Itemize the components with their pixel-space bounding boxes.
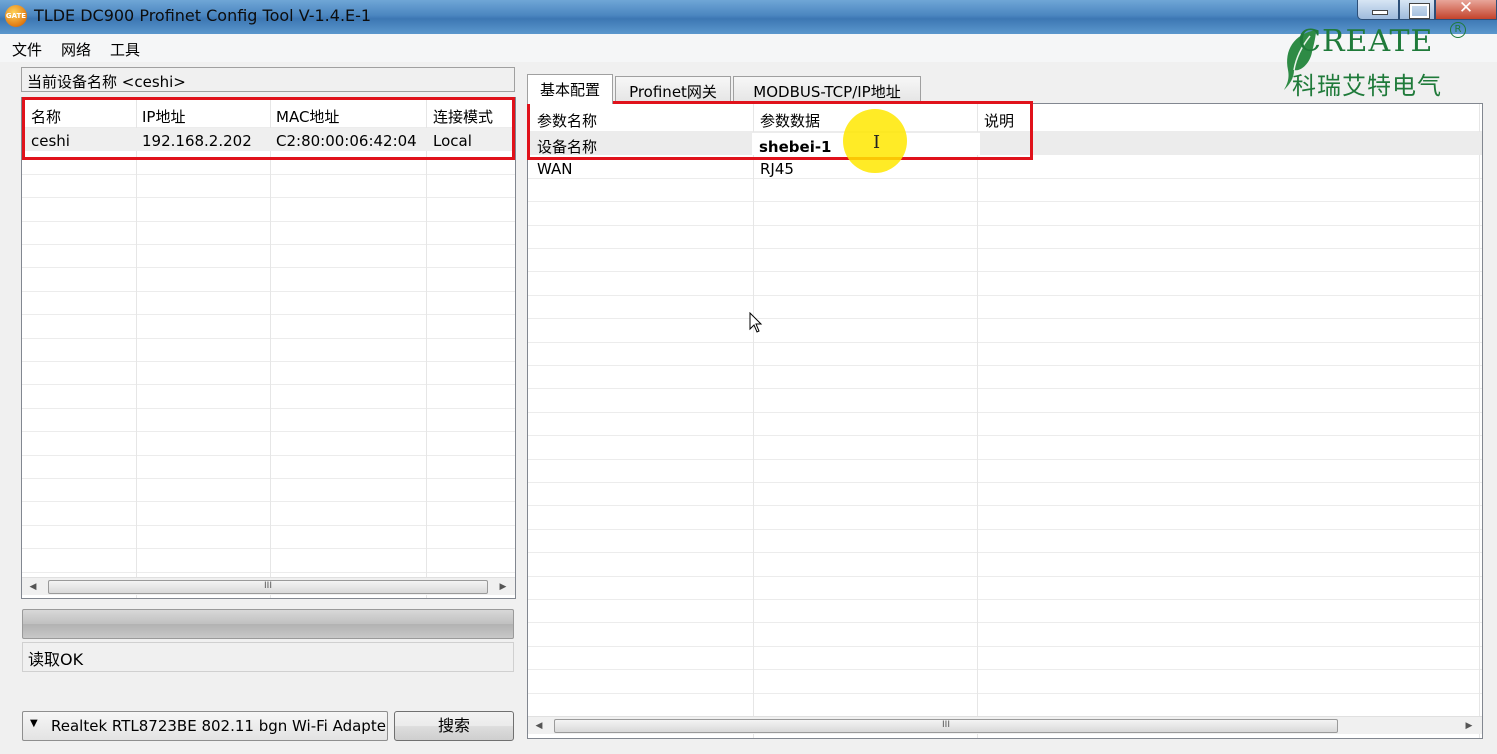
menu-bar: 文件 网络 工具 bbox=[0, 34, 1497, 62]
horizontal-scrollbar[interactable]: ◀ III ▶ bbox=[528, 716, 1482, 734]
progress-bar bbox=[22, 609, 514, 639]
text-cursor-icon: I bbox=[873, 132, 881, 153]
grid-line bbox=[22, 478, 515, 479]
grid-line bbox=[528, 388, 1482, 390]
registered-icon: R bbox=[1450, 22, 1466, 38]
grid-line bbox=[22, 197, 515, 199]
grid-line bbox=[528, 341, 1482, 343]
window-title: TLDE DC900 Profinet Config Tool V-1.4.E-… bbox=[34, 6, 372, 25]
grid-line bbox=[22, 501, 515, 503]
minimize-button[interactable] bbox=[1357, 0, 1399, 20]
menu-tools[interactable]: 工具 bbox=[110, 39, 140, 60]
tab-modbus-tcp[interactable]: MODBUS-TCP/IP地址 bbox=[733, 76, 921, 102]
grid-line bbox=[528, 248, 1482, 249]
app-icon: GATE bbox=[5, 5, 27, 27]
grid-line bbox=[528, 294, 1482, 296]
title-bar: GATE TLDE DC900 Profinet Config Tool V-1… bbox=[0, 0, 1497, 34]
brand-logo: CREATE R 科瑞艾特电气 bbox=[1280, 22, 1490, 100]
grid-line bbox=[528, 622, 1482, 624]
scroll-right-icon[interactable]: ▶ bbox=[1460, 717, 1478, 735]
mouse-pointer-icon bbox=[749, 312, 763, 333]
adapter-value: Realtek RTL8723BE 802.11 bgn Wi-Fi Adapt… bbox=[51, 717, 388, 735]
tab-profinet-gateway[interactable]: Profinet网关 bbox=[615, 76, 731, 102]
grid-line bbox=[528, 599, 1482, 600]
grid-line bbox=[22, 220, 515, 222]
grid-line bbox=[528, 201, 1482, 203]
grid-line bbox=[528, 645, 1482, 647]
grid-line bbox=[22, 290, 515, 292]
menu-file[interactable]: 文件 bbox=[12, 39, 42, 60]
grid-line bbox=[22, 244, 515, 245]
highlight-box-device bbox=[22, 97, 515, 160]
grid-line bbox=[528, 482, 1482, 483]
grid-line bbox=[22, 571, 515, 573]
grid-line bbox=[528, 669, 1482, 671]
grid-line bbox=[528, 271, 1482, 273]
close-button[interactable]: ✕ bbox=[1435, 0, 1497, 20]
grid-line bbox=[22, 431, 515, 433]
search-button[interactable]: 搜索 bbox=[394, 711, 514, 741]
scroll-thumb[interactable]: III bbox=[48, 580, 488, 594]
grid-line bbox=[22, 337, 515, 339]
grid-line bbox=[528, 552, 1482, 554]
current-device-label: 当前设备名称 <ceshi> bbox=[21, 67, 515, 92]
grid-line bbox=[22, 314, 515, 316]
scroll-thumb[interactable]: III bbox=[554, 719, 1338, 733]
menu-network[interactable]: 网络 bbox=[61, 39, 91, 60]
grid-line bbox=[22, 384, 515, 386]
logo-subtitle: 科瑞艾特电气 bbox=[1292, 72, 1442, 100]
grid-line bbox=[528, 365, 1482, 366]
scroll-left-icon[interactable]: ◀ bbox=[24, 578, 42, 596]
logo-word: CREATE bbox=[1298, 24, 1434, 59]
grid-line bbox=[528, 435, 1482, 437]
grid-line bbox=[22, 267, 515, 269]
grid-line bbox=[528, 318, 1482, 320]
grid-line bbox=[528, 505, 1482, 507]
grid-line bbox=[22, 548, 515, 550]
parameter-table[interactable]: 参数名称 参数数据 说明 设备名称 shebei-1 WAN RJ45 ◀ II… bbox=[527, 103, 1483, 739]
status-text: 读取OK bbox=[22, 642, 514, 672]
scroll-left-icon[interactable]: ◀ bbox=[530, 717, 548, 735]
grid-line bbox=[528, 528, 1482, 530]
highlight-box-param bbox=[527, 101, 1033, 160]
grid-line bbox=[22, 361, 515, 362]
grid-line bbox=[528, 224, 1482, 226]
grid-line bbox=[528, 458, 1482, 460]
grid-line bbox=[22, 454, 515, 456]
horizontal-scrollbar[interactable]: ◀ III ▶ bbox=[22, 577, 515, 595]
grid-line bbox=[22, 407, 515, 409]
grid-line bbox=[22, 173, 515, 175]
dropdown-arrow-icon[interactable]: ▼ bbox=[30, 718, 38, 729]
tab-basic-config[interactable]: 基本配置 bbox=[527, 74, 613, 104]
grid-line bbox=[528, 411, 1482, 413]
scroll-right-icon[interactable]: ▶ bbox=[494, 578, 512, 596]
device-table[interactable]: 名称 IP地址 MAC地址 连接模式 ceshi 192.168.2.202 C… bbox=[21, 97, 516, 599]
grid-line bbox=[528, 575, 1482, 577]
adapter-select[interactable]: ▼ Realtek RTL8723BE 802.11 bgn Wi-Fi Ada… bbox=[22, 711, 388, 741]
maximize-button[interactable] bbox=[1399, 0, 1435, 20]
grid-line bbox=[528, 692, 1482, 694]
grid-line bbox=[22, 524, 515, 526]
